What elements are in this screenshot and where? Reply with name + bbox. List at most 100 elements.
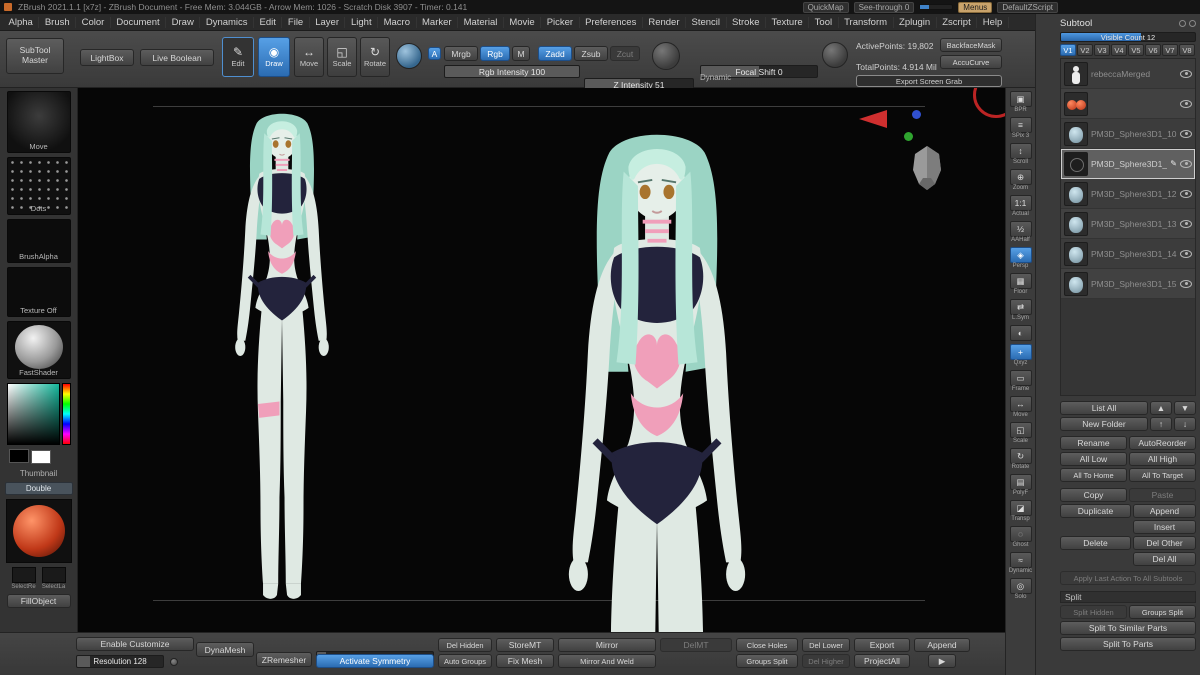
all-high-button[interactable]: All High — [1129, 452, 1196, 466]
resolution-slider[interactable]: Resolution 128 — [76, 655, 164, 668]
current-stroke-thumbnail[interactable]: Dots — [6, 157, 71, 215]
del-hidden-button[interactable]: Del Hidden — [438, 638, 492, 652]
menu-item[interactable]: Material — [458, 16, 504, 28]
panel-menu-icon[interactable] — [1189, 19, 1196, 27]
del-higher-button[interactable]: Del Higher — [802, 654, 850, 668]
duplicate-button[interactable]: Duplicate — [1060, 504, 1131, 518]
variant-tab[interactable]: V8 — [1179, 44, 1195, 56]
accucurve-button[interactable]: AccuCurve — [940, 55, 1002, 69]
select-rect-button[interactable]: SelectRe — [11, 567, 37, 590]
list-all-button[interactable]: List All — [1060, 401, 1148, 415]
variant-tab[interactable]: V4 — [1111, 44, 1127, 56]
split-to-similar-parts-button[interactable]: Split To Similar Parts — [1060, 621, 1196, 635]
mirror-and-weld-button[interactable]: Mirror And Weld — [558, 654, 656, 668]
eye-icon[interactable] — [1180, 159, 1192, 168]
zcut-button[interactable]: Zcut — [610, 46, 640, 61]
variant-tab[interactable]: V7 — [1162, 44, 1178, 56]
lightbox-button[interactable]: LightBox — [80, 49, 134, 66]
subtool-row[interactable]: ✎ — [1061, 89, 1195, 119]
m-button[interactable]: M — [512, 46, 530, 61]
menu-item[interactable]: Zscript — [937, 16, 978, 28]
backface-mask-button[interactable]: BackfaceMask — [940, 38, 1002, 52]
menu-item[interactable]: Zplugin — [894, 16, 937, 28]
shelf-icon-button[interactable]: ≈ Dynamic — [1009, 552, 1032, 575]
shelf-icon-button[interactable]: ◈ Persp — [1009, 247, 1032, 270]
camera-axis-x-icon[interactable] — [859, 110, 887, 128]
delete-button[interactable]: Delete — [1060, 536, 1131, 550]
edit-button[interactable]: Edit — [222, 37, 254, 77]
model-figure-right[interactable] — [514, 124, 800, 632]
menu-item[interactable]: Layer — [310, 16, 346, 28]
color-swatches[interactable] — [7, 449, 71, 465]
del-lower-button[interactable]: Del Lower — [802, 638, 850, 652]
shelf-icon-button[interactable]: ↔ Move — [1009, 396, 1032, 419]
current-tool-thumbnail[interactable] — [5, 499, 72, 563]
shelf-icon-button[interactable]: ◎ Solo — [1009, 578, 1032, 601]
hue-strip[interactable] — [61, 383, 71, 445]
dynamic-label[interactable]: Dynamic — [700, 73, 731, 82]
subtool-down-button[interactable]: ▼ — [1174, 401, 1196, 415]
dynamesh-button[interactable]: DynaMesh — [196, 642, 254, 657]
menu-item[interactable]: Macro — [378, 16, 417, 28]
menu-item[interactable]: Stencil — [686, 16, 727, 28]
project-all-button[interactable]: ProjectAll — [854, 654, 910, 668]
menu-item[interactable]: Tool — [809, 16, 839, 28]
move-up-button[interactable]: ↑ — [1150, 417, 1172, 431]
subtool-thumbnail[interactable] — [1064, 271, 1088, 296]
shelf-icon-button[interactable]: ⇄ L.Sym — [1009, 299, 1032, 322]
menu-item[interactable]: Brush — [39, 16, 77, 28]
menus-button[interactable]: Menus — [958, 1, 993, 13]
see-through-slider[interactable] — [919, 4, 954, 10]
camera-axis-y-icon[interactable] — [904, 132, 913, 141]
shelf-icon-button[interactable]: ⊕ Zoom — [1009, 169, 1032, 192]
camera-axis-z-icon[interactable] — [912, 110, 921, 119]
document-canvas[interactable] — [78, 88, 1005, 632]
eye-icon[interactable] — [1180, 219, 1192, 228]
all-to-home-button[interactable]: All To Home — [1060, 468, 1127, 482]
fix-mesh-button[interactable]: Fix Mesh — [496, 654, 554, 668]
scale-button[interactable]: Scale — [327, 37, 357, 77]
append-bottom-button[interactable]: Append — [914, 638, 970, 652]
select-lasso-button[interactable]: SelectLa — [41, 567, 67, 590]
groups-split-bottom-button[interactable]: Groups Split — [736, 654, 798, 668]
menu-item[interactable]: Document — [111, 16, 167, 28]
export-screen-grab-button[interactable]: Export Screen Grab — [856, 75, 1002, 87]
autoreorder-button[interactable]: AutoReorder — [1129, 436, 1196, 450]
current-texture-thumbnail[interactable]: Texture Off — [6, 267, 71, 317]
draw-button[interactable]: Draw — [258, 37, 290, 77]
mrgb-button[interactable]: Mrgb — [444, 46, 478, 61]
shelf-icon-button[interactable]: ▤ PolyF — [1009, 474, 1032, 497]
menu-item[interactable]: Marker — [417, 16, 459, 28]
rename-button[interactable]: Rename — [1060, 436, 1127, 450]
subtool-row[interactable]: PM3D_Sphere3D1_15 ✎ — [1061, 269, 1195, 299]
menu-item[interactable]: File — [282, 16, 310, 28]
variant-tab[interactable]: V6 — [1145, 44, 1161, 56]
shelf-icon-button[interactable]: ◪ Transp — [1009, 500, 1032, 523]
split-to-parts-button[interactable]: Split To Parts — [1060, 637, 1196, 651]
menu-item[interactable]: Help — [977, 16, 1009, 28]
del-all-button[interactable]: Del All — [1133, 552, 1196, 566]
groups-split-button[interactable]: Groups Split — [1129, 605, 1196, 619]
camview-head-icon[interactable] — [907, 144, 947, 192]
variant-tab[interactable]: V2 — [1077, 44, 1093, 56]
menu-item[interactable]: Alpha — [3, 16, 40, 28]
eye-icon[interactable] — [1180, 129, 1192, 138]
current-material-thumbnail[interactable]: FastShader — [6, 321, 71, 379]
shelf-icon-button[interactable]: ◌ Ghost — [1009, 526, 1032, 549]
shelf-icon-button[interactable]: ◐ — [1009, 325, 1032, 341]
new-folder-button[interactable]: New Folder — [1060, 417, 1148, 431]
rotate-button[interactable]: Rotate — [360, 37, 390, 77]
subtool-panel-header[interactable]: Subtool — [1060, 16, 1196, 30]
default-zscript-button[interactable]: DefaultZScript — [997, 1, 1058, 13]
current-brush-thumbnail[interactable]: Move — [6, 91, 71, 153]
menu-item[interactable]: Texture — [766, 16, 810, 28]
store-mt-button[interactable]: StoreMT — [496, 638, 554, 652]
enable-customize-button[interactable]: Enable Customize — [76, 637, 194, 651]
subtool-up-button[interactable]: ▲ — [1150, 401, 1172, 415]
shelf-icon-button[interactable]: ↻ Rotate — [1009, 448, 1032, 471]
menu-item[interactable]: Render — [643, 16, 687, 28]
shelf-icon-button[interactable]: ▣ BPR — [1009, 91, 1032, 114]
auto-groups-button[interactable]: Auto Groups — [438, 654, 492, 668]
variant-tab[interactable]: V5 — [1128, 44, 1144, 56]
close-holes-button[interactable]: Close Holes — [736, 638, 798, 652]
